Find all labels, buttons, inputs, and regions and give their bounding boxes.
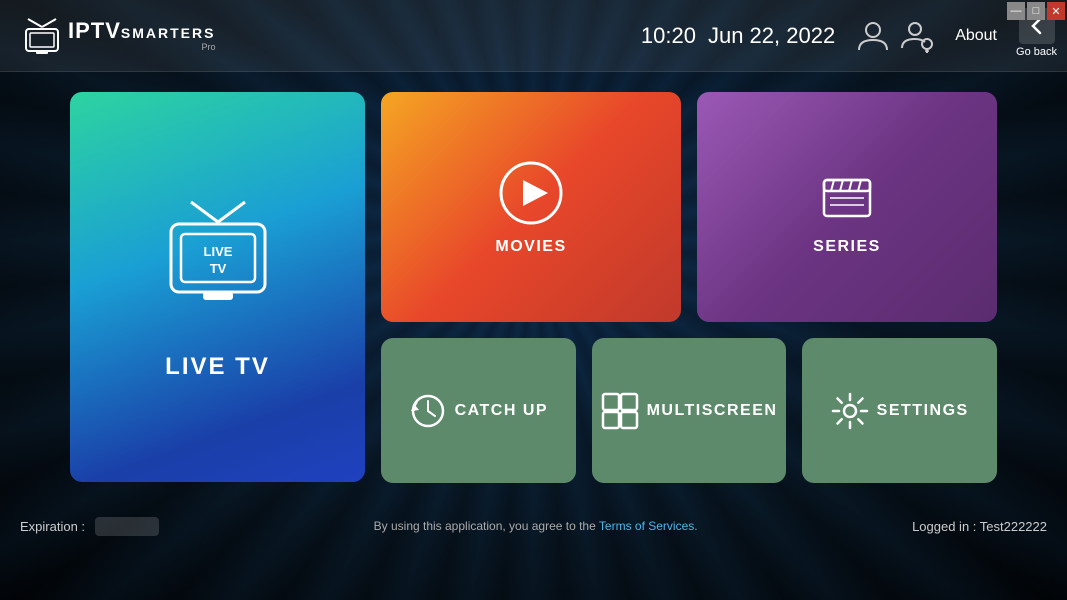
header-user-icons [855, 18, 935, 54]
close-button[interactable]: ✕ [1047, 2, 1065, 20]
footer-tos: By using this application, you agree to … [159, 519, 912, 533]
live-tv-card[interactable]: LIVE TV LIVE TV [70, 92, 365, 482]
logged-in-label: Logged in : Test222222 [912, 519, 1047, 534]
about-button[interactable]: About [955, 27, 997, 45]
live-tv-label: LIVE TV [165, 353, 270, 381]
user-icon-2[interactable] [899, 18, 935, 54]
svg-text:TV: TV [209, 261, 226, 276]
footer: Expiration : By using this application, … [0, 502, 1067, 550]
movies-card[interactable]: MOVIES [381, 92, 681, 322]
user-icon-1[interactable] [855, 18, 891, 54]
catchup-label: CATCH UP [455, 402, 548, 420]
settings-icon [831, 392, 869, 430]
header-time: 10:20 [641, 23, 696, 49]
tos-prefix: By using this application, you agree to … [374, 519, 596, 533]
series-card[interactable]: SERIES [697, 92, 997, 322]
settings-inner: SETTINGS [831, 392, 969, 430]
expiry-label: Expiration : [20, 519, 159, 534]
main-content: LIVE TV LIVE TV MOVIES [0, 72, 1067, 502]
window-chrome: — □ ✕ [1005, 0, 1067, 22]
logo-smarters: SMARTERS [121, 26, 216, 40]
top-row: MOVIES [381, 92, 997, 322]
logo-tv-icon [20, 17, 64, 55]
series-label: SERIES [813, 238, 881, 256]
logo-pro: Pro [68, 43, 215, 52]
right-cards: MOVIES [381, 92, 997, 502]
go-back-label: Go back [1016, 46, 1057, 58]
catchup-inner: CATCH UP [409, 392, 548, 430]
logo-iptv: IPTV [68, 20, 121, 42]
header: IPTV SMARTERS Pro 10:20 Jun 22, 2022 Abo… [0, 0, 1067, 72]
catchup-card[interactable]: CATCH UP [381, 338, 576, 483]
expiry-text: Expiration : [20, 519, 85, 534]
settings-card[interactable]: SETTINGS [802, 338, 997, 483]
logo-text: IPTV SMARTERS Pro [68, 20, 215, 52]
maximize-button[interactable]: □ [1027, 2, 1045, 20]
svg-text:LIVE: LIVE [203, 244, 232, 259]
multiscreen-label: MULTISCREEN [647, 402, 778, 420]
settings-label: SETTINGS [877, 402, 969, 420]
movies-label: MOVIES [495, 238, 566, 256]
logo: IPTV SMARTERS Pro [20, 17, 215, 55]
multiscreen-inner: MULTISCREEN [601, 392, 778, 430]
tos-link-text: Terms of Services. [599, 519, 698, 533]
multiscreen-card[interactable]: MULTISCREEN [592, 338, 787, 483]
live-tv-icon: LIVE TV [153, 194, 283, 329]
bottom-row: CATCH UP MULTISCREEN [381, 338, 997, 483]
movies-icon [496, 158, 566, 228]
minimize-button[interactable]: — [1007, 2, 1025, 20]
multiscreen-icon [601, 392, 639, 430]
expiry-value [95, 517, 160, 536]
header-date: Jun 22, 2022 [708, 23, 835, 49]
series-icon [812, 158, 882, 228]
tos-link[interactable]: Terms of Services. [599, 519, 698, 533]
catchup-icon [409, 392, 447, 430]
